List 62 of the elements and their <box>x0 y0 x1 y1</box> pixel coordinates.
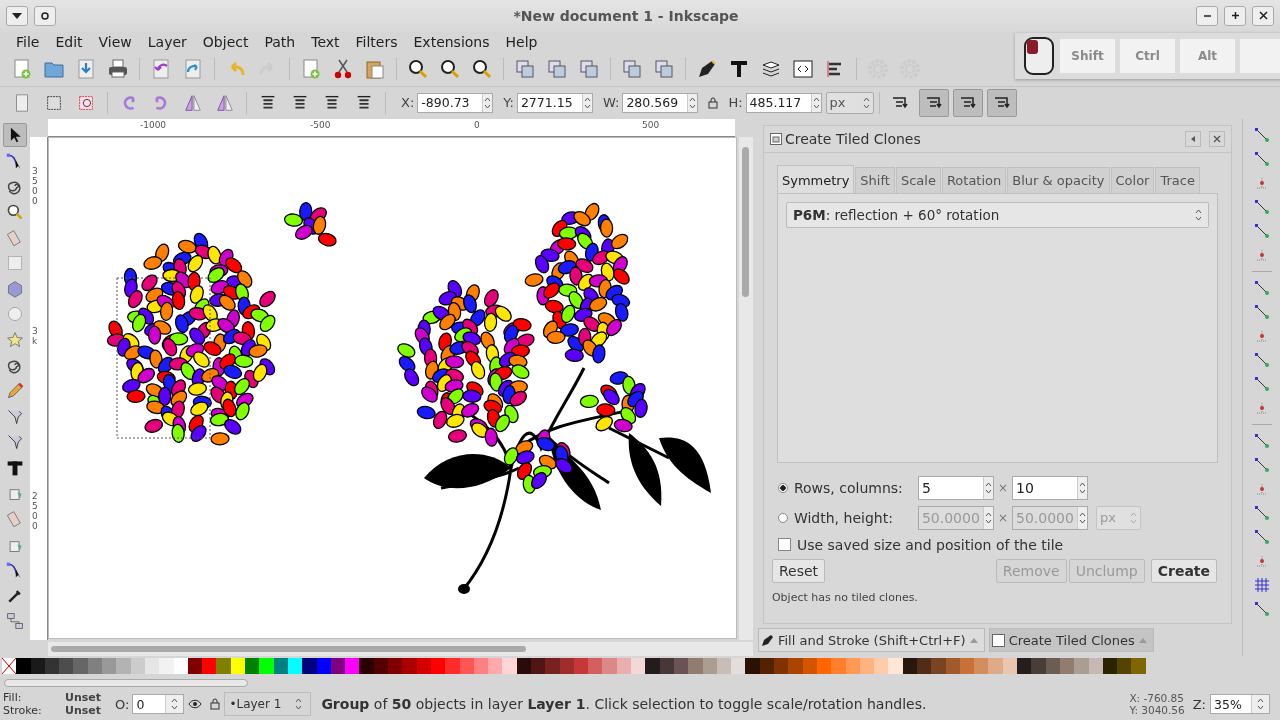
times-sign: × <box>997 510 1008 525</box>
field-label: H: <box>728 95 743 111</box>
ruler-label: -500 <box>309 119 331 130</box>
keyboard-key: Shift <box>1060 39 1115 73</box>
ruler-label: 3500 <box>31 166 39 207</box>
stroke-label: Stroke: <box>3 704 43 717</box>
ruler-label: -1000 <box>139 119 167 130</box>
number-field[interactable]: -890.73 <box>417 92 494 113</box>
status-message: Group of 50 objects in layer Layer 1. Click selection to toggle scale/rotation handles. <box>321 696 928 712</box>
dialog-tab[interactable]: Scale <box>895 166 941 193</box>
menu-item[interactable]: Help <box>497 33 546 50</box>
dialog-tab[interactable]: Color <box>1110 166 1155 193</box>
dialog-tab[interactable]: Shift <box>855 166 895 193</box>
keyboard-key: Ctrl <box>1120 39 1175 73</box>
checkbox[interactable]: Use saved size and position of the tile <box>777 536 1218 553</box>
field-label: Y: <box>503 95 514 111</box>
menu-item[interactable]: Object <box>194 33 257 50</box>
unit-dropdown[interactable]: px <box>825 91 874 114</box>
ruler-label: 2500 <box>31 491 39 532</box>
menu-item[interactable]: Path <box>256 33 304 50</box>
menu-item[interactable]: File <box>8 33 48 50</box>
menu-item[interactable]: Edit <box>47 33 91 50</box>
menu-item[interactable]: Extensions <box>405 33 498 50</box>
menu-item[interactable]: Layer <box>139 33 195 50</box>
times-sign: × <box>997 480 1008 495</box>
cursor-x: X: -760.85 <box>1129 692 1185 704</box>
window-title: *New document 1 - Inkscape <box>513 7 739 24</box>
opacity-field[interactable]: 0 <box>132 694 185 714</box>
stroke-value: Unset <box>65 704 103 717</box>
number-field[interactable]: 485.117 <box>745 92 822 113</box>
number-field[interactable]: 5 <box>917 475 994 500</box>
symmetry-dropdown[interactable]: P6M: reflection + 60° rotation <box>785 201 1210 228</box>
dock-tab[interactable]: Create Tiled Clones <box>988 628 1154 653</box>
number-field[interactable]: 2771.15 <box>516 92 593 113</box>
menu-item[interactable]: Text <box>303 33 348 50</box>
field-label: W: <box>602 95 620 111</box>
dialog-button[interactable]: Create <box>1150 558 1218 583</box>
dialog-tab[interactable]: Rotation <box>941 166 1007 193</box>
number-field[interactable]: 10 <box>1012 475 1088 500</box>
number-field[interactable]: 280.569 <box>622 92 699 113</box>
fill-label: Fill: <box>3 691 23 704</box>
fill-value: Unset <box>65 691 103 704</box>
dialog-button[interactable]: Reset <box>771 558 826 583</box>
cursor-y: Y: 3040.56 <box>1129 704 1185 716</box>
dialog-tab[interactable]: Trace <box>1155 166 1200 193</box>
dialog-tab[interactable]: Symmetry <box>776 164 855 193</box>
ruler-label: 500 <box>641 119 660 130</box>
opacity-label: O: <box>115 696 130 712</box>
dialog-title: Create Tiled Clones <box>784 130 922 147</box>
status-text: Object has no tiled clones. <box>771 590 919 604</box>
layer-dropdown[interactable]: •Layer 1 <box>224 692 312 716</box>
radio-button[interactable]: Rows, columns: <box>777 479 918 496</box>
menu-item[interactable]: Filters <box>347 33 406 50</box>
menu-item[interactable]: View <box>90 33 140 50</box>
dock-tab[interactable]: Fill and Stroke (Shift+Ctrl+F) <box>757 628 985 653</box>
field-label: X: <box>401 95 415 111</box>
dialog-tab[interactable]: Blur & opacity <box>1007 166 1110 193</box>
ruler-label: 3k <box>31 326 39 347</box>
ruler-label: 0 <box>473 119 480 130</box>
zoom-label: Z: <box>1192 696 1206 712</box>
keyboard-key: Alt <box>1180 39 1235 73</box>
zoom-field[interactable]: 35% <box>1210 694 1270 714</box>
